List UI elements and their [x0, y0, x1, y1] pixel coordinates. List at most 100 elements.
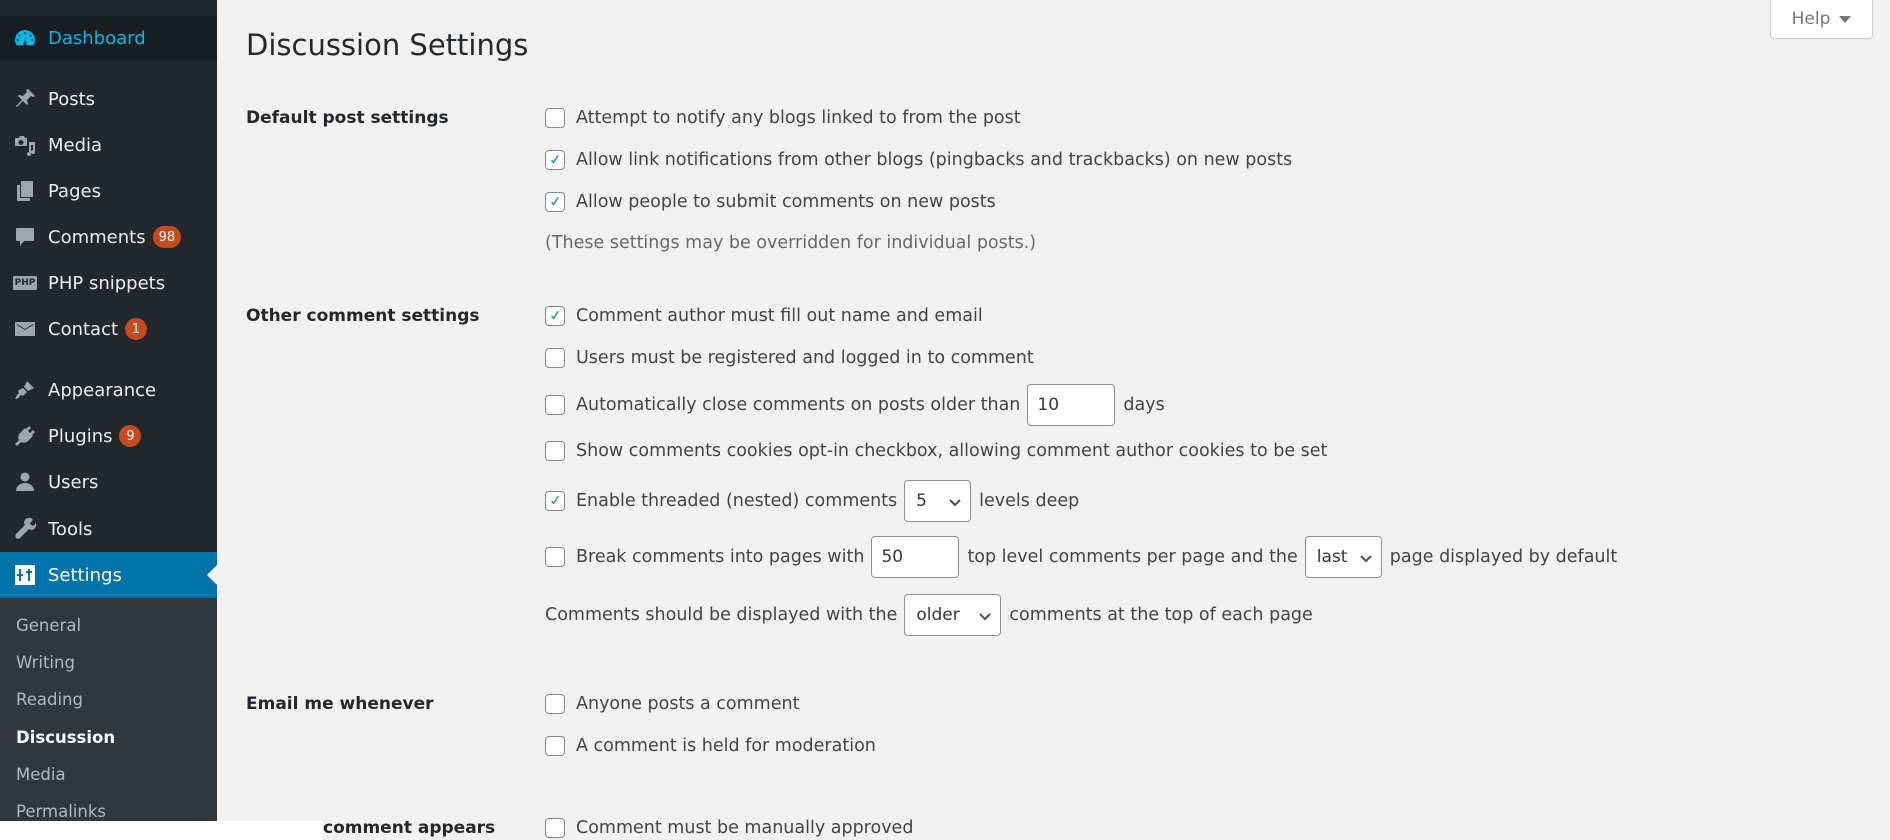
option-label: Allow people to submit comments on new p… — [576, 192, 996, 212]
other-comment-settings-label: Other comment settings — [246, 306, 480, 326]
option-label: Comments should be displayed with the — [545, 605, 898, 625]
option-link-notifications[interactable]: Allow link notifications from other blog… — [545, 150, 1292, 170]
comments-per-page-input[interactable]: 50 — [871, 536, 960, 578]
sidebar-item-dashboard[interactable]: Dashboard — [0, 16, 217, 60]
chevron-down-icon — [978, 608, 992, 622]
option-label: Enable threaded (nested) comments — [576, 491, 898, 511]
submenu-item-general[interactable]: General — [16, 616, 81, 635]
option-label: Attempt to notify any blogs linked to fr… — [576, 108, 1021, 128]
sidebar-item-label: Appearance — [48, 379, 157, 401]
plug-icon — [12, 423, 38, 449]
php-icon-text: PHP — [12, 276, 38, 290]
sidebar-item-posts[interactable]: Posts — [0, 77, 217, 121]
option-notify-blogs[interactable]: Attempt to notify any blogs linked to fr… — [545, 108, 1021, 128]
chevron-down-icon — [1359, 550, 1373, 564]
option-allow-comments[interactable]: Allow people to submit comments on new p… — [545, 192, 996, 212]
checkbox[interactable] — [545, 348, 565, 368]
chevron-down-icon — [948, 494, 962, 508]
sidebar-item-comments[interactable]: Comments 98 — [0, 215, 217, 259]
option-label: Users must be registered and logged in t… — [576, 348, 1034, 368]
sidebar-item-label: Pages — [48, 180, 101, 202]
comments-count-badge: 98 — [152, 226, 182, 248]
sidebar-item-pages[interactable]: Pages — [0, 169, 217, 213]
checkbox[interactable] — [545, 491, 565, 511]
checkbox[interactable] — [545, 694, 565, 714]
sidebar-item-label: Dashboard — [48, 27, 146, 49]
checkbox[interactable] — [545, 192, 565, 212]
checkbox[interactable] — [545, 150, 565, 170]
page-title: Discussion Settings — [246, 28, 529, 62]
media-icon — [12, 132, 38, 158]
sidebar-item-users[interactable]: Users — [0, 460, 217, 504]
pages-icon — [12, 178, 38, 204]
submenu-item-permalinks[interactable]: Permalinks — [16, 802, 106, 821]
option-threaded: Enable threaded (nested) comments 5 leve… — [545, 480, 1079, 522]
sidebar-item-label: Users — [48, 471, 99, 493]
checkbox[interactable] — [545, 441, 565, 461]
option-author-fill[interactable]: Comment author must fill out name and em… — [545, 306, 983, 326]
select-value: older — [916, 605, 960, 625]
settings-submenu: General Writing Reading Discussion Media… — [0, 598, 217, 838]
mail-icon — [12, 316, 38, 342]
default-page-select[interactable]: last — [1304, 536, 1382, 578]
sidebar-item-label: Contact — [48, 318, 119, 340]
sidebar-item-appearance[interactable]: Appearance — [0, 368, 217, 412]
sidebar-item-contact[interactable]: Contact 1 — [0, 307, 217, 351]
sidebar-item-plugins[interactable]: Plugins 9 — [0, 414, 217, 458]
checkbox[interactable] — [545, 818, 565, 838]
option-registered[interactable]: Users must be registered and logged in t… — [545, 348, 1034, 368]
sidebar-item-label: Tools — [48, 518, 93, 540]
user-icon — [12, 469, 38, 495]
option-manually-approved[interactable]: Comment must be manually approved — [545, 818, 913, 838]
checkbox[interactable] — [545, 547, 565, 567]
submenu-item-media[interactable]: Media — [16, 765, 66, 784]
submenu-item-discussion[interactable]: Discussion — [16, 728, 115, 747]
option-auto-close: Automatically close comments on posts ol… — [545, 384, 1165, 426]
checkbox[interactable] — [545, 736, 565, 756]
contact-count-badge: 1 — [125, 318, 148, 340]
admin-sidebar: Dashboard Posts Media Pages Comments 98 … — [0, 0, 217, 840]
settings-icon — [12, 562, 38, 588]
submenu-item-writing[interactable]: Writing — [16, 653, 75, 672]
sidebar-item-label: Plugins — [48, 425, 113, 447]
option-label: Show comments cookies opt-in checkbox, a… — [576, 441, 1328, 461]
option-label-after: days — [1123, 395, 1165, 415]
option-label-middle: top level comments per page and the — [967, 547, 1298, 567]
sidebar-item-label: Media — [48, 134, 103, 156]
sidebar-item-media[interactable]: Media — [0, 123, 217, 167]
dashboard-icon — [12, 25, 38, 51]
checkbox[interactable] — [545, 395, 565, 415]
option-label-after: comments at the top of each page — [1009, 605, 1313, 625]
help-label: Help — [1791, 9, 1831, 29]
email-me-whenever-label: Email me whenever — [246, 694, 434, 714]
before-comment-appears-label: comment appears — [323, 818, 496, 838]
thread-depth-select[interactable]: 5 — [904, 480, 972, 522]
option-order: Comments should be displayed with the ol… — [545, 594, 1313, 636]
sidebar-item-php-snippets[interactable]: PHP PHP snippets — [0, 261, 217, 305]
default-post-settings-label: Default post settings — [246, 108, 449, 128]
submenu-item-reading[interactable]: Reading — [16, 690, 83, 709]
sidebar-item-label: Settings — [48, 564, 122, 586]
sidebar-item-settings[interactable]: Settings — [0, 552, 217, 598]
caret-down-icon — [1839, 15, 1852, 23]
option-paging: Break comments into pages with 50 top le… — [545, 536, 1617, 578]
active-menu-arrow — [207, 565, 217, 585]
plugins-count-badge: 9 — [119, 425, 142, 447]
checkbox[interactable] — [545, 108, 565, 128]
option-anyone-posts[interactable]: Anyone posts a comment — [545, 694, 799, 714]
php-icon: PHP — [12, 270, 38, 296]
checkbox[interactable] — [545, 306, 565, 326]
option-cookies-opt-in[interactable]: Show comments cookies opt-in checkbox, a… — [545, 441, 1327, 461]
option-label-after: page displayed by default — [1389, 547, 1618, 567]
help-button[interactable]: Help — [1770, 0, 1873, 39]
close-days-input[interactable]: 10 — [1027, 384, 1116, 426]
option-held-for-moderation[interactable]: A comment is held for moderation — [545, 736, 876, 756]
pin-icon — [12, 86, 38, 112]
comment-order-select[interactable]: older — [904, 594, 1002, 636]
sidebar-item-tools[interactable]: Tools — [0, 507, 217, 551]
sidebar-item-label: PHP snippets — [48, 272, 166, 294]
option-label: Automatically close comments on posts ol… — [576, 395, 1021, 415]
option-label: Anyone posts a comment — [576, 694, 800, 714]
option-label: Comment author must fill out name and em… — [576, 306, 983, 326]
sidebar-item-label: Posts — [48, 88, 96, 110]
